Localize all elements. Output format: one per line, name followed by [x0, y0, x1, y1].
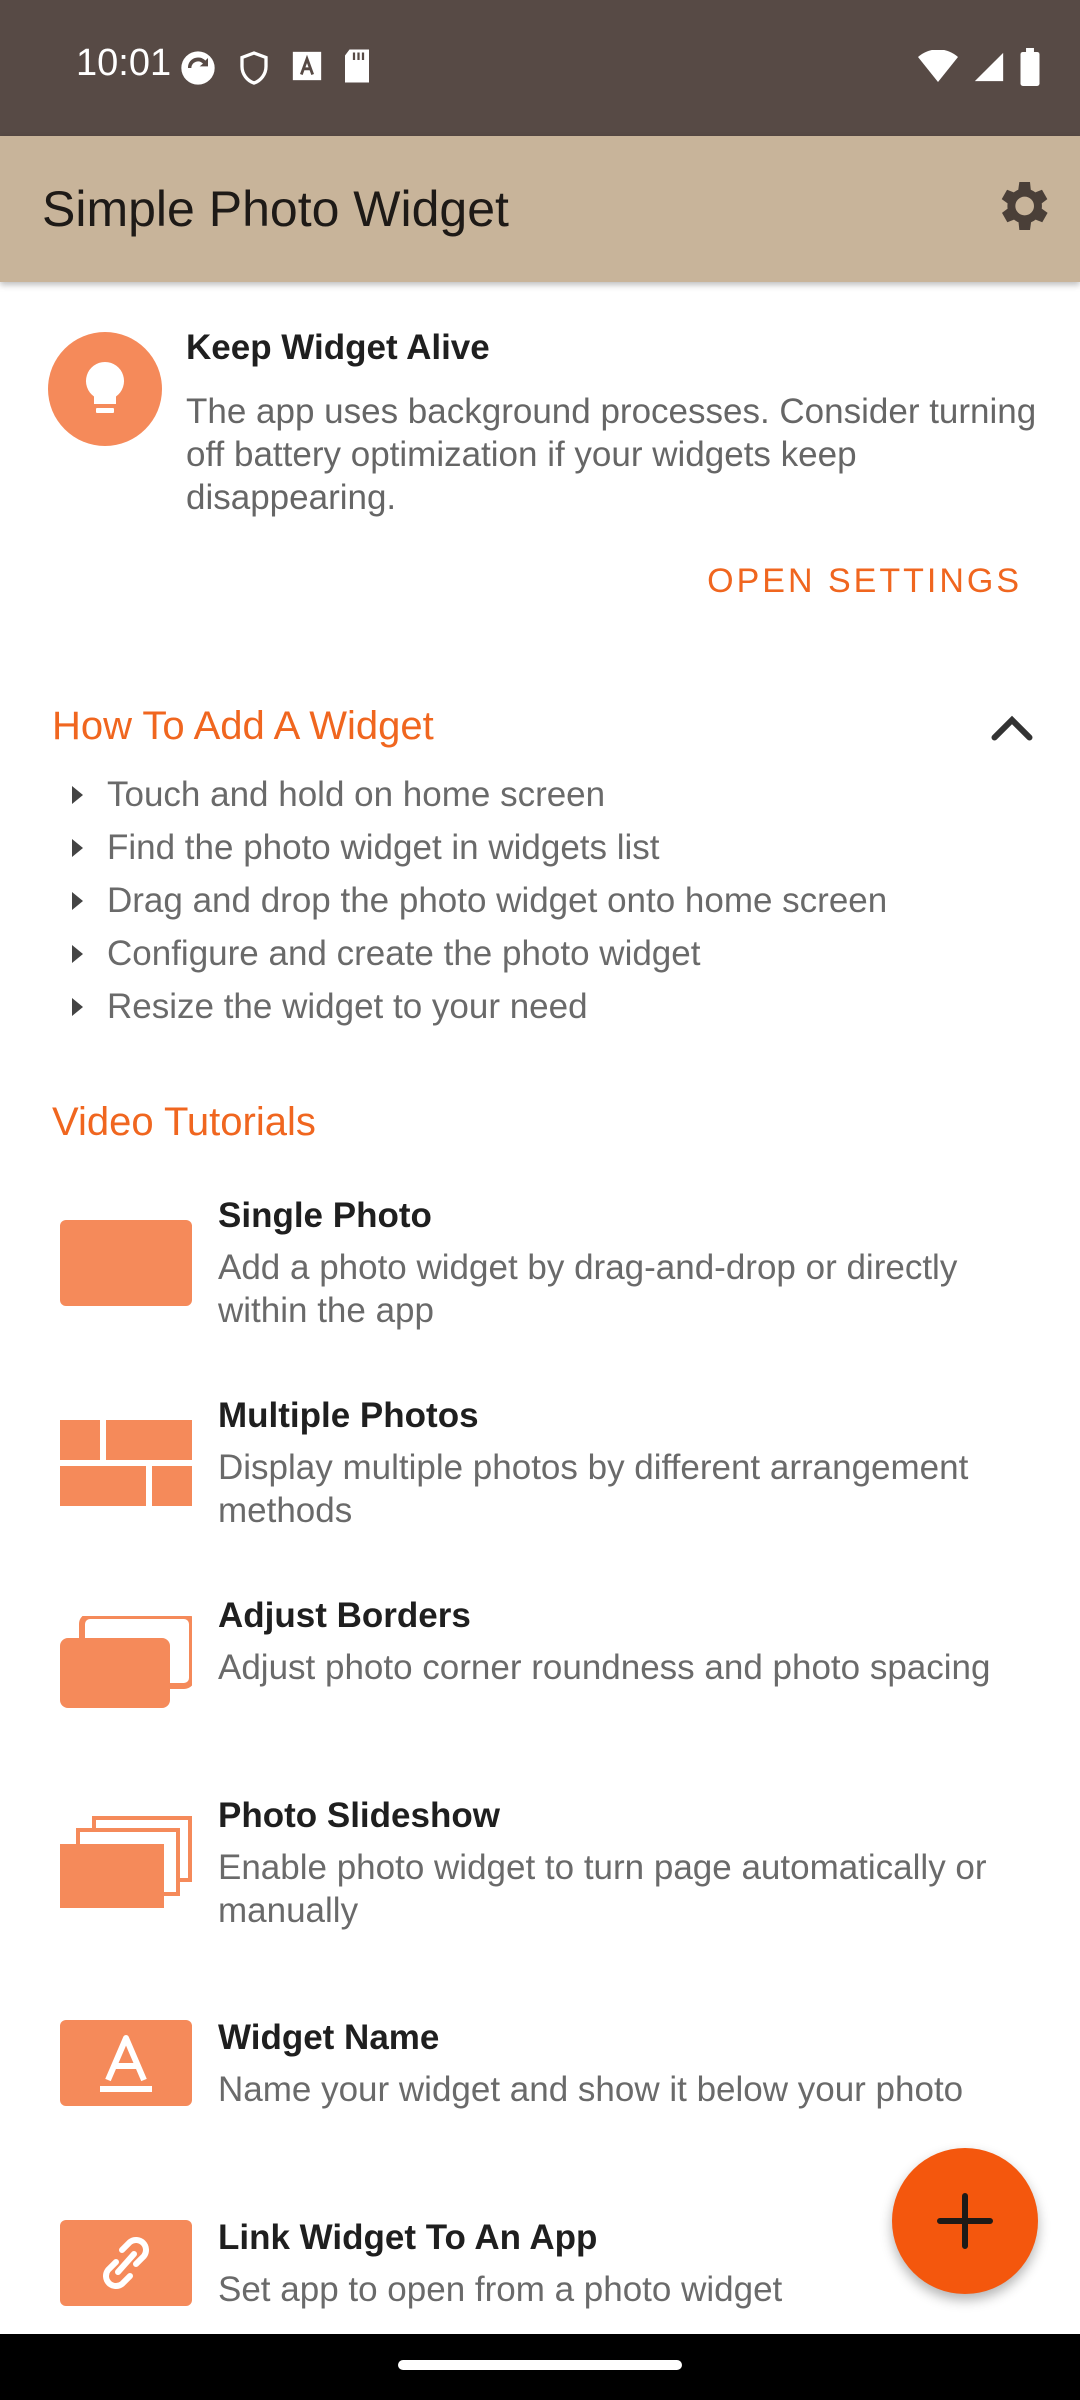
add-widget-fab[interactable]: [892, 2148, 1038, 2294]
plus-icon: [937, 2193, 993, 2249]
link-icon: [60, 2220, 192, 2306]
howto-steps: Touch and hold on home screen Find the p…: [70, 768, 1050, 1033]
tutorial-title: Single Photo: [218, 1196, 432, 1235]
bullet-icon: [72, 944, 83, 963]
list-item: Find the photo widget in widgets list: [70, 821, 1050, 874]
tutorial-widget-name[interactable]: Widget Name Name your widget and show it…: [0, 2018, 1080, 2128]
tutorial-single-photo[interactable]: Single Photo Add a photo widget by drag-…: [0, 1196, 1080, 1346]
tutorials-title: Video Tutorials: [52, 1100, 316, 1144]
bullet-icon: [72, 997, 83, 1016]
system-icons: [918, 48, 1040, 86]
lightbulb-icon: [48, 332, 162, 446]
battery-icon: [1020, 48, 1040, 86]
navigation-bar: [0, 2334, 1080, 2400]
list-item: Resize the widget to your need: [70, 980, 1050, 1033]
chevron-up-icon[interactable]: [982, 700, 1042, 760]
text-icon: [60, 2020, 192, 2106]
tip-text: The app uses background processes. Consi…: [186, 392, 1037, 517]
sync-icon: [181, 51, 215, 85]
tutorial-desc: Name your widget and show it below your …: [218, 2070, 964, 2109]
signal-icon: [974, 52, 1004, 82]
status-time: 10:01: [76, 42, 172, 84]
borders-icon: [60, 1616, 192, 1708]
tutorial-desc: Add a photo widget by drag-and-drop or d…: [218, 1248, 958, 1330]
tutorial-adjust-borders[interactable]: Adjust Borders Adjust photo corner round…: [0, 1596, 1080, 1746]
wifi-icon: [918, 50, 958, 82]
tutorial-photo-slideshow[interactable]: Photo Slideshow Enable photo widget to t…: [0, 1796, 1080, 1946]
list-item: Drag and drop the photo widget onto home…: [70, 874, 1050, 927]
single-photo-icon: [60, 1220, 192, 1306]
bullet-icon: [72, 785, 83, 804]
tutorial-multiple-photos[interactable]: Multiple Photos Display multiple photos …: [0, 1396, 1080, 1546]
slideshow-icon: [60, 1816, 192, 1908]
font-icon: [292, 51, 322, 81]
gear-icon: [1001, 182, 1048, 230]
tutorial-title: Link Widget To An App: [218, 2218, 598, 2257]
open-settings-button[interactable]: OPEN SETTINGS: [707, 562, 1022, 601]
tutorial-title: Multiple Photos: [218, 1396, 479, 1435]
settings-button[interactable]: [990, 174, 1054, 238]
tip-title: Keep Widget Alive: [186, 328, 490, 367]
tutorial-title: Photo Slideshow: [218, 1796, 500, 1835]
tutorial-desc: Display multiple photos by different arr…: [218, 1448, 969, 1530]
home-gesture-handle[interactable]: [398, 2360, 682, 2370]
notification-icons: [178, 48, 372, 88]
list-item: Touch and hold on home screen: [70, 768, 1050, 821]
bullet-icon: [72, 891, 83, 910]
howto-title[interactable]: How To Add A Widget: [52, 704, 434, 749]
shield-icon: [240, 51, 268, 85]
list-item: Configure and create the photo widget: [70, 927, 1050, 980]
tutorial-desc: Enable photo widget to turn page automat…: [218, 1848, 987, 1930]
app-bar: Simple Photo Widget: [0, 136, 1080, 282]
status-bar: 10:01: [0, 0, 1080, 136]
app-title: Simple Photo Widget: [42, 181, 509, 237]
tutorial-title: Widget Name: [218, 2018, 440, 2057]
tutorial-title: Adjust Borders: [218, 1596, 471, 1635]
tutorial-desc: Adjust photo corner roundness and photo …: [218, 1648, 991, 1687]
sd-card-icon: [345, 49, 369, 83]
multiple-photos-icon: [60, 1420, 192, 1506]
bullet-icon: [72, 838, 83, 857]
